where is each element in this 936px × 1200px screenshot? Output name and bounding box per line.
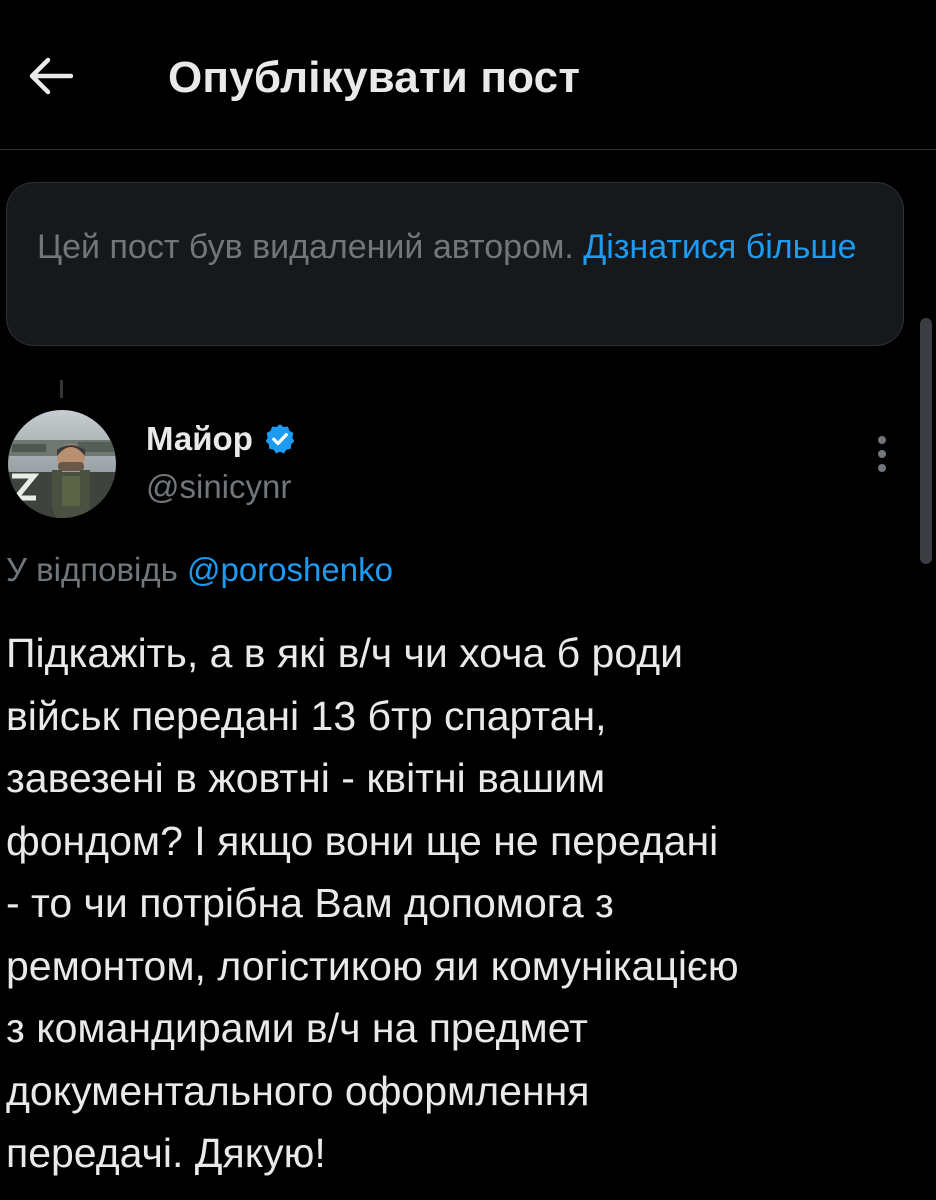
author-display-name[interactable]: Майор — [146, 418, 253, 460]
tweet-text-line: завезені в жовтні - квітні вашим — [6, 755, 606, 801]
tweet-text-line: Підкажіть, а в які в/ч чи хоча б роди — [6, 630, 684, 676]
more-options-button[interactable] — [862, 432, 902, 476]
author-handle[interactable]: @sinicynr — [146, 466, 291, 508]
more-vertical-icon — [878, 436, 886, 472]
tweet-text-line: ремонтом, логістикою яи комунікацією — [6, 942, 739, 989]
tweet-text-line: військ передані 13 бтр спартан, — [6, 692, 607, 739]
tweet-text: Підкажіть, а в які в/ч чи хоча б роди ві… — [6, 622, 926, 1185]
page-title: Опублікувати пост — [168, 53, 581, 102]
replying-to-prefix: У відповідь — [6, 551, 178, 588]
tweet-text-line: фондом? І якщо вони ще не передані — [6, 817, 719, 864]
tweet-text-line: з командирами в/ч на предмет — [6, 1005, 588, 1051]
reply-to-mention-link[interactable]: @poroshenko — [187, 551, 393, 588]
author-name-row[interactable]: Майор — [146, 418, 297, 460]
tweet-text-line: передачі. Дякую! — [6, 1130, 326, 1176]
back-button[interactable] — [22, 48, 78, 104]
deleted-post-notice: Цей пост був видалений автором. Дізнатис… — [6, 182, 904, 346]
thread-connector-line — [60, 380, 63, 398]
scrollbar-thumb[interactable] — [920, 318, 932, 564]
tweet-text-line: - то чи потрібна Вам допомога з — [6, 880, 614, 926]
learn-more-link[interactable]: Дізнатися більше — [583, 228, 856, 266]
profile-photo — [8, 410, 116, 518]
verified-badge-icon — [263, 422, 297, 456]
replying-to-line: У відповідь @poroshenko — [6, 548, 393, 592]
deleted-notice-text: Цей пост був видалений автором. — [37, 228, 574, 266]
tweet-text-line: документального оформлення — [6, 1067, 590, 1114]
top-app-bar: Опублікувати пост — [0, 0, 936, 150]
avatar[interactable] — [8, 410, 116, 518]
arrow-left-icon — [29, 57, 73, 95]
